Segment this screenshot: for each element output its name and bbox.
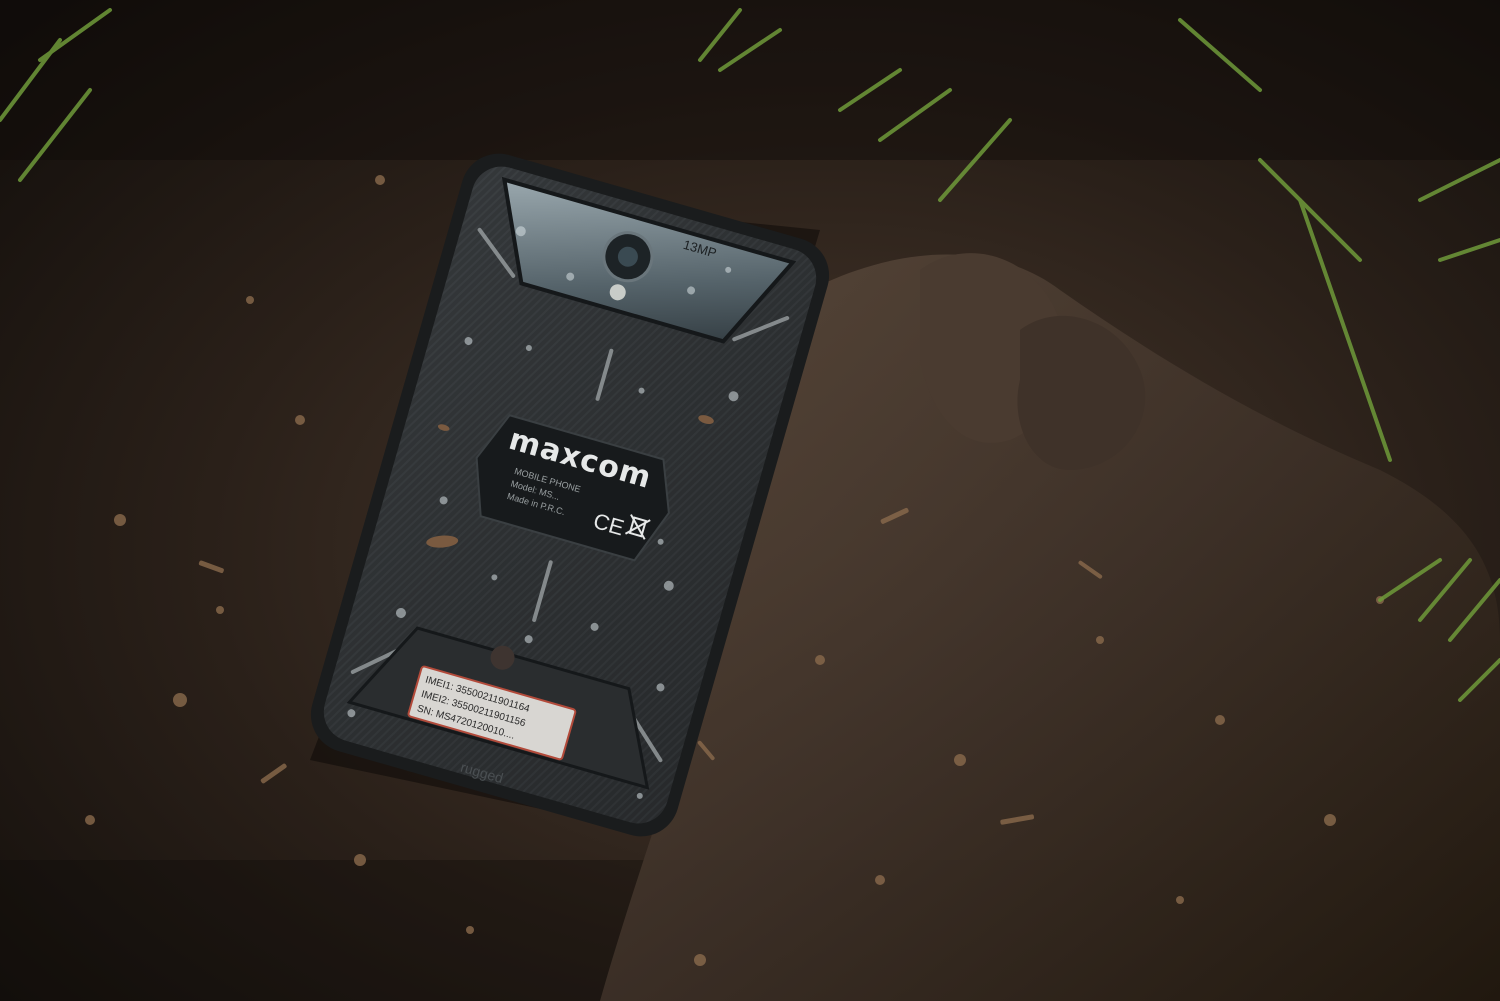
vignette-top	[0, 0, 1500, 160]
photo-canvas: 13MP maxcom MOBILE PHONE Model: MS... Ma…	[0, 0, 1500, 1001]
photo-scene: 13MP maxcom MOBILE PHONE Model: MS... Ma…	[0, 0, 1500, 1001]
